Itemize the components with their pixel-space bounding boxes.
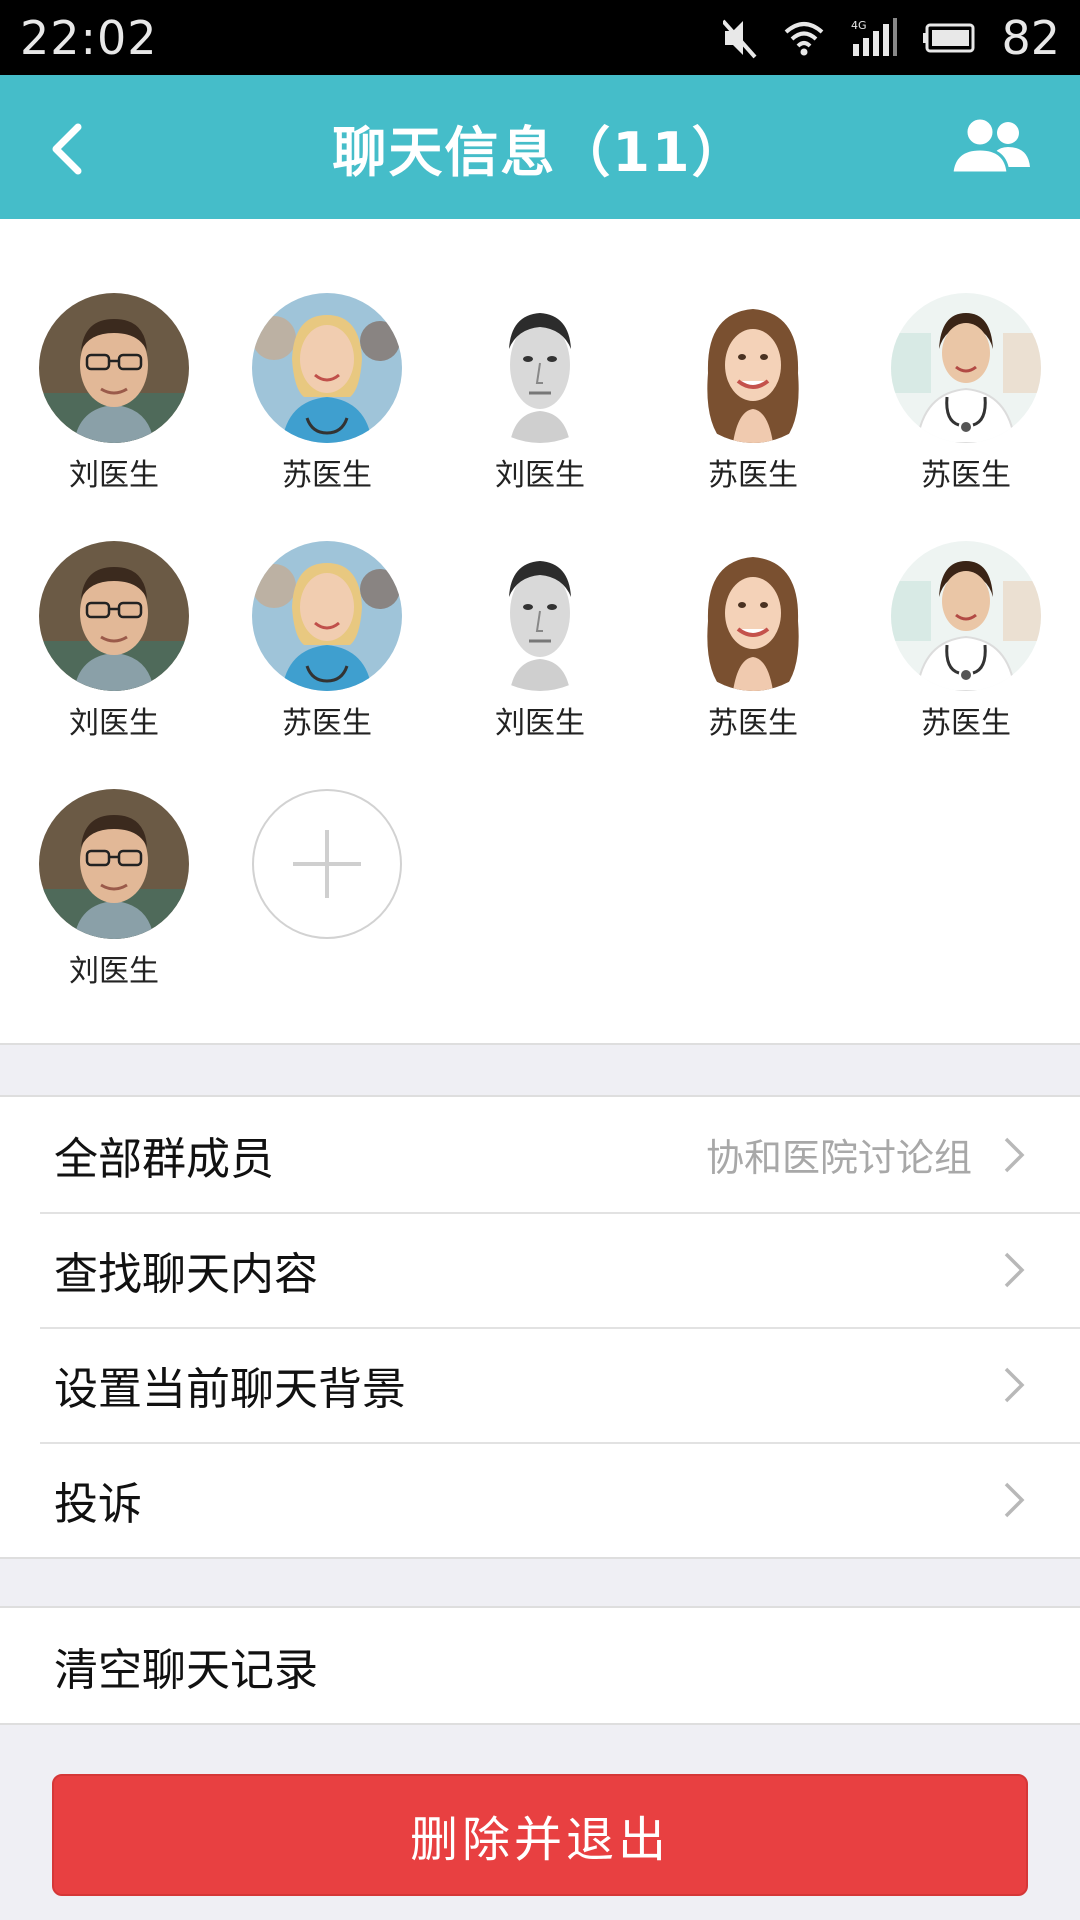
set-background-item[interactable]: 设置当前聊天背景 <box>0 1327 1080 1442</box>
avatar <box>465 293 615 443</box>
member-item[interactable]: 刘医生 <box>39 293 189 497</box>
all-members-label: 全部群成员 <box>54 1133 274 1185</box>
avatar <box>465 541 615 691</box>
group-name-value: 协和医院讨论组 <box>705 1136 972 1180</box>
chevron-left-icon <box>52 123 82 175</box>
all-members-item[interactable]: 全部群成员 协和医院讨论组 <box>0 1097 1080 1212</box>
member-item[interactable]: 苏医生 <box>678 541 828 745</box>
member-name: 刘医生 <box>69 706 159 741</box>
member-item[interactable]: 苏医生 <box>252 293 402 497</box>
avatar <box>39 789 189 939</box>
status-icons: 4G 82 <box>723 11 1060 65</box>
member-name: 苏医生 <box>282 458 372 493</box>
search-history-label: 查找聊天内容 <box>54 1248 318 1300</box>
group-members-button[interactable] <box>950 116 1034 177</box>
avatar <box>678 293 828 443</box>
page-title: 聊天信息（11） <box>332 120 748 184</box>
signal-4g-icon: 4G <box>851 17 898 58</box>
report-item[interactable]: 投诉 <box>0 1442 1080 1557</box>
member-item[interactable]: 苏医生 <box>891 541 1041 745</box>
delete-exit-button[interactable]: 删除并退出 <box>52 1774 1028 1896</box>
member-name: 苏医生 <box>921 706 1011 741</box>
member-item[interactable]: 刘医生 <box>39 541 189 745</box>
set-background-label: 设置当前聊天背景 <box>54 1363 406 1415</box>
svg-text:4G: 4G <box>851 19 867 32</box>
settings-group: 全部群成员 协和医院讨论组 查找聊天内容 设置当前聊天背景 投诉 <box>0 1095 1080 1559</box>
add-member-circle <box>252 789 402 939</box>
report-label: 投诉 <box>54 1478 142 1530</box>
back-button[interactable] <box>40 115 104 179</box>
member-item[interactable]: 刘医生 <box>39 789 189 993</box>
avatar <box>891 541 1041 691</box>
member-section: 刘医生 苏医生 刘医生 苏医生 苏医生 刘医生 苏医生 刘医生 苏医生 苏医生 刘医生 <box>0 219 1080 1045</box>
avatar <box>252 293 402 443</box>
search-history-item[interactable]: 查找聊天内容 <box>0 1212 1080 1327</box>
chevron-right-icon <box>1004 1137 1025 1172</box>
clear-group: 清空聊天记录 <box>0 1606 1080 1725</box>
member-name: 苏医生 <box>921 458 1011 493</box>
chevron-right-icon <box>1004 1367 1025 1402</box>
chevron-right-icon <box>1004 1482 1025 1517</box>
member-name: 刘医生 <box>69 954 159 989</box>
member-item[interactable]: 苏医生 <box>252 541 402 745</box>
member-name: 刘医生 <box>69 458 159 493</box>
avatar <box>39 541 189 691</box>
status-bar: 22:02 4G 82 <box>0 0 1080 75</box>
member-name: 苏医生 <box>708 706 798 741</box>
battery-level: 82 <box>1001 10 1060 65</box>
member-item[interactable]: 苏医生 <box>891 293 1041 497</box>
nav-bar: 聊天信息（11） <box>0 75 1080 219</box>
chevron-right-icon <box>1004 1252 1025 1287</box>
avatar <box>252 541 402 691</box>
avatar <box>39 293 189 443</box>
clear-history-label: 清空聊天记录 <box>54 1644 318 1696</box>
member-name: 苏医生 <box>282 706 372 741</box>
member-grid: 刘医生 苏医生 刘医生 苏医生 苏医生 刘医生 苏医生 刘医生 苏医生 苏医生 刘医生 <box>39 293 1041 993</box>
member-item[interactable]: 刘医生 <box>465 541 615 745</box>
avatar <box>678 541 828 691</box>
group-icon <box>950 116 1030 175</box>
wifi-icon <box>783 20 825 56</box>
member-item[interactable]: 苏医生 <box>678 293 828 497</box>
member-name: 刘医生 <box>495 706 585 741</box>
plus-icon <box>293 830 361 898</box>
status-time: 22:02 <box>20 10 158 65</box>
add-member-button[interactable] <box>252 789 402 993</box>
battery-icon <box>923 23 975 53</box>
member-name: 苏医生 <box>708 458 798 493</box>
member-item[interactable]: 刘医生 <box>465 293 615 497</box>
member-name: 刘医生 <box>495 458 585 493</box>
avatar <box>891 293 1041 443</box>
clear-history-item[interactable]: 清空聊天记录 <box>0 1608 1080 1723</box>
mute-icon <box>723 17 757 59</box>
